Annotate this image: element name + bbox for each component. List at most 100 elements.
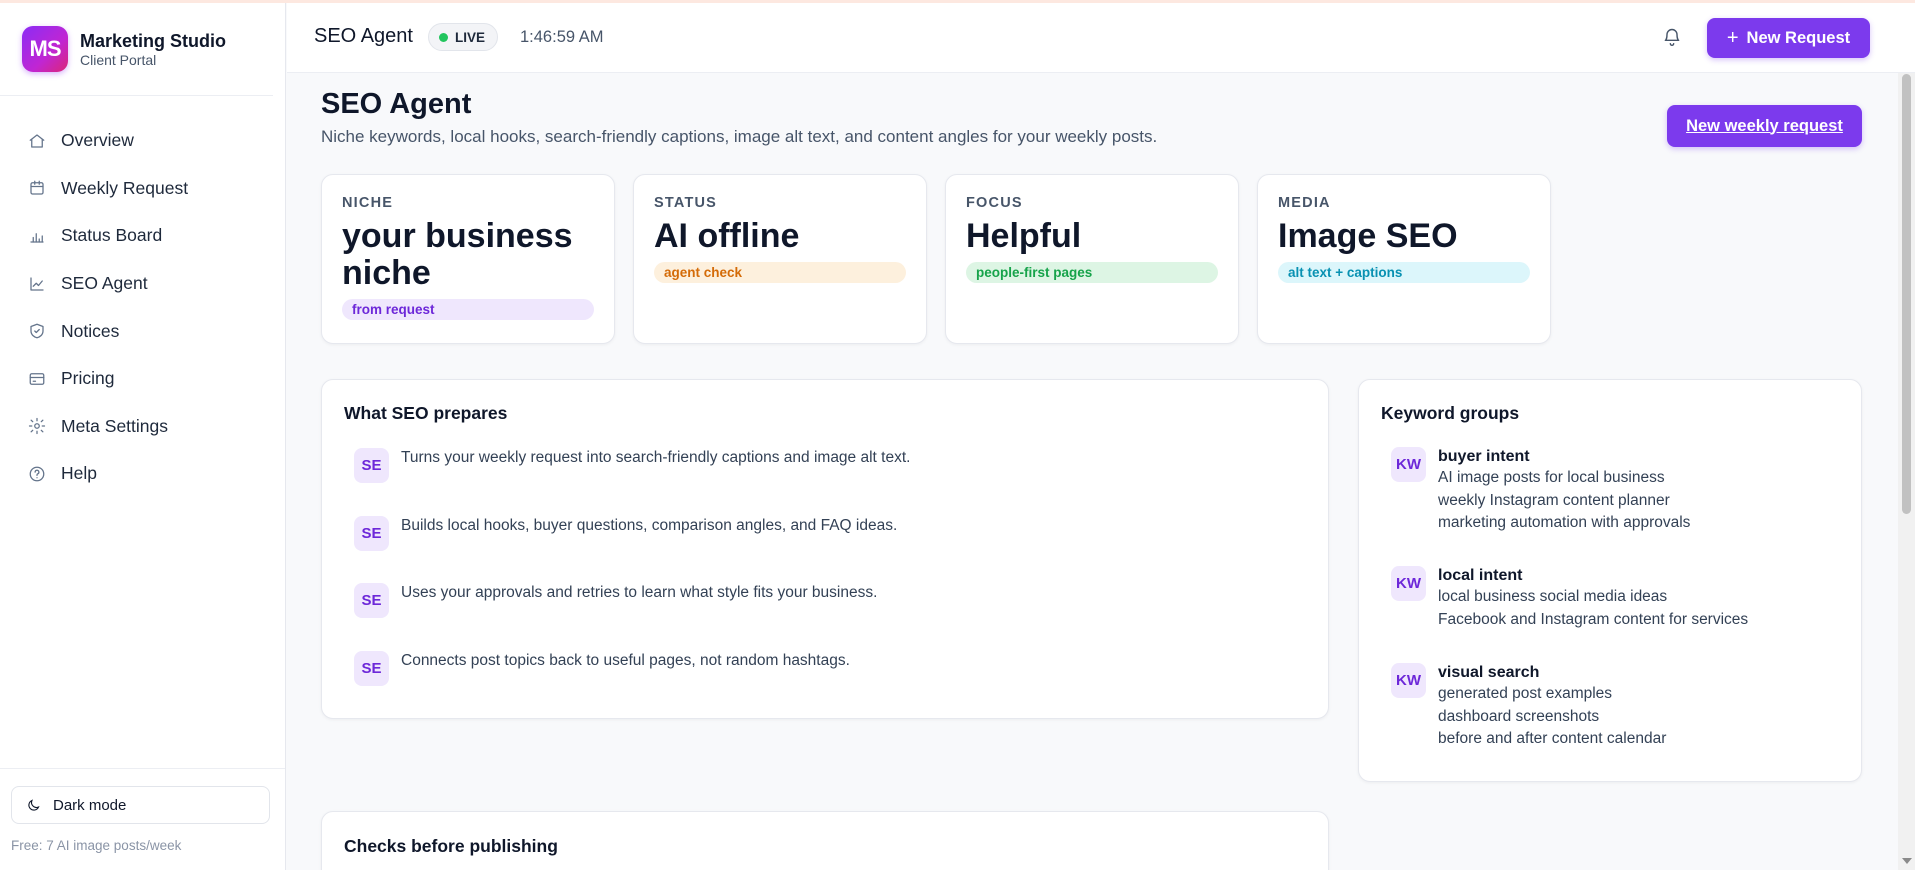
sidebar-item-help[interactable]: Help bbox=[0, 450, 285, 498]
new-request-button[interactable]: + New Request bbox=[1707, 18, 1870, 58]
prepares-card: What SEO prepares SE Turns your weekly r… bbox=[321, 379, 1329, 719]
header-title: SEO Agent bbox=[314, 25, 413, 47]
sidebar-item-label: Notices bbox=[61, 320, 120, 341]
kw-badge: KW bbox=[1391, 566, 1426, 601]
live-dot-icon bbox=[439, 32, 448, 42]
page-scrollbar[interactable] bbox=[1898, 73, 1915, 870]
keyword-group: KW local intent local business social me… bbox=[1391, 566, 1748, 631]
list-item: SE Builds local hooks, buyer questions, … bbox=[354, 516, 897, 551]
sidebar-item-label: Status Board bbox=[61, 225, 163, 246]
stat-card-media: MEDIA Image SEO alt text + captions bbox=[1257, 174, 1551, 344]
stat-key: NICHE bbox=[342, 195, 394, 211]
prepares-text: Turns your weekly request into search-fr… bbox=[401, 449, 911, 466]
sidebar: MS Marketing Studio Client Portal Overvi… bbox=[0, 3, 286, 870]
notifications-button[interactable] bbox=[1662, 27, 1682, 52]
line-chart-icon bbox=[30, 276, 44, 291]
home-icon bbox=[29, 134, 45, 148]
sidebar-item-notices[interactable]: Notices bbox=[0, 307, 285, 355]
stat-value: your business niche bbox=[342, 217, 573, 292]
keyword-group: KW buyer intent AI image posts for local… bbox=[1391, 447, 1690, 535]
checks-title: Checks before publishing bbox=[344, 836, 558, 856]
keyword: AI image posts for local business bbox=[1438, 469, 1665, 486]
stat-value: AI offline bbox=[654, 217, 800, 255]
sidebar-item-meta-settings[interactable]: Meta Settings bbox=[0, 403, 285, 451]
stat-card-focus: FOCUS Helpful people-first pages bbox=[945, 174, 1239, 344]
se-badge: SE bbox=[354, 448, 389, 483]
list-item: SE Connects post topics back to useful p… bbox=[354, 651, 850, 686]
keyword: marketing automation with approvals bbox=[1438, 514, 1691, 531]
sidebar-nav: Overview Weekly Request Status Board SEO… bbox=[0, 117, 285, 498]
keyword: generated post examples bbox=[1438, 685, 1613, 702]
shield-icon bbox=[30, 323, 44, 339]
keyword-group-name: visual search bbox=[1438, 664, 1540, 681]
keyword: local business social media ideas bbox=[1438, 588, 1668, 605]
checks-card: Checks before publishing bbox=[321, 811, 1329, 870]
keyword-groups-title: Keyword groups bbox=[1381, 403, 1520, 423]
dark-mode-label: Dark mode bbox=[53, 796, 127, 814]
kw-badge: KW bbox=[1391, 447, 1426, 482]
gear-icon bbox=[28, 418, 46, 435]
stat-value: Helpful bbox=[966, 217, 1082, 255]
se-badge: SE bbox=[354, 583, 389, 618]
scrollbar-thumb[interactable] bbox=[1902, 74, 1911, 514]
stat-value: Image SEO bbox=[1278, 217, 1458, 255]
keyword-groups-card: Keyword groups KW buyer intent AI image … bbox=[1358, 379, 1862, 782]
header-clock: 1:46:59 AM bbox=[520, 28, 604, 46]
plus-icon: + bbox=[1726, 27, 1739, 49]
sidebar-item-pricing[interactable]: Pricing bbox=[0, 355, 285, 403]
page-title: SEO Agent bbox=[321, 88, 472, 120]
live-badge: LIVE bbox=[428, 23, 499, 51]
stat-key: STATUS bbox=[654, 195, 718, 211]
sidebar-item-weekly-request[interactable]: Weekly Request bbox=[0, 165, 285, 213]
brand-title: Marketing Studio bbox=[80, 30, 227, 51]
se-badge: SE bbox=[354, 651, 389, 686]
sidebar-item-seo-agent[interactable]: SEO Agent bbox=[0, 260, 285, 308]
new-request-label: New Request bbox=[1746, 28, 1851, 47]
keyword: before and after content calendar bbox=[1438, 730, 1667, 747]
stat-key: FOCUS bbox=[966, 195, 1023, 211]
keyword-group: KW visual search generated post examples… bbox=[1391, 663, 1666, 751]
keyword-group-name: buyer intent bbox=[1438, 448, 1530, 465]
brand-subtitle: Client Portal bbox=[80, 51, 157, 68]
dark-mode-toggle[interactable]: Dark mode bbox=[11, 786, 270, 824]
credit-card-icon bbox=[29, 372, 45, 385]
bar-chart-icon bbox=[30, 233, 44, 243]
stat-card-status: STATUS AI offline agent check bbox=[633, 174, 927, 344]
new-weekly-request-button[interactable]: New weekly request bbox=[1667, 105, 1862, 147]
live-label: LIVE bbox=[455, 29, 486, 45]
stat-card-niche: NICHE your business niche from request bbox=[321, 174, 615, 344]
sidebar-item-label: Weekly Request bbox=[61, 177, 189, 198]
logo: MS bbox=[22, 26, 68, 72]
sidebar-item-label: Meta Settings bbox=[61, 415, 168, 436]
se-badge: SE bbox=[354, 516, 389, 551]
list-item: SE Uses your approvals and retries to le… bbox=[354, 583, 877, 618]
stat-pill: alt text + captions bbox=[1278, 262, 1530, 283]
keyword-group-name: local intent bbox=[1438, 567, 1523, 584]
prepares-text: Builds local hooks, buyer questions, com… bbox=[401, 517, 898, 534]
sidebar-item-status-board[interactable]: Status Board bbox=[0, 212, 285, 260]
sidebar-item-label: Pricing bbox=[61, 368, 115, 389]
keyword: Facebook and Instagram content for servi… bbox=[1438, 610, 1749, 628]
sidebar-item-label: Help bbox=[61, 463, 97, 484]
stat-key: MEDIA bbox=[1278, 195, 1331, 211]
scroll-down-arrow-icon[interactable] bbox=[1902, 858, 1912, 864]
sidebar-footer: Dark mode Free: 7 AI image posts/week bbox=[0, 768, 285, 853]
kw-badge: KW bbox=[1391, 663, 1426, 698]
sidebar-item-overview[interactable]: Overview bbox=[0, 117, 285, 165]
list-item: SE Turns your weekly request into search… bbox=[354, 448, 910, 483]
page-subtitle: Niche keywords, local hooks, search-frie… bbox=[321, 127, 1158, 146]
stat-pill: agent check bbox=[654, 262, 906, 283]
calendar-icon bbox=[30, 181, 44, 196]
keyword: dashboard screenshots bbox=[1438, 707, 1600, 725]
keyword: weekly Instagram content planner bbox=[1438, 491, 1670, 509]
plan-text: Free: 7 AI image posts/week bbox=[11, 838, 182, 853]
prepares-text: Connects post topics back to useful page… bbox=[401, 652, 850, 669]
bell-icon bbox=[1664, 28, 1680, 46]
top-header: SEO Agent LIVE 1:46:59 AM + New Request bbox=[287, 3, 1915, 73]
brand[interactable]: MS Marketing Studio Client Portal bbox=[0, 3, 273, 96]
moon-icon bbox=[28, 798, 40, 811]
stat-pill: people-first pages bbox=[966, 262, 1218, 283]
stat-pill: from request bbox=[342, 299, 594, 320]
prepares-text: Uses your approvals and retries to learn… bbox=[401, 584, 878, 601]
sidebar-item-label: Overview bbox=[61, 130, 134, 151]
